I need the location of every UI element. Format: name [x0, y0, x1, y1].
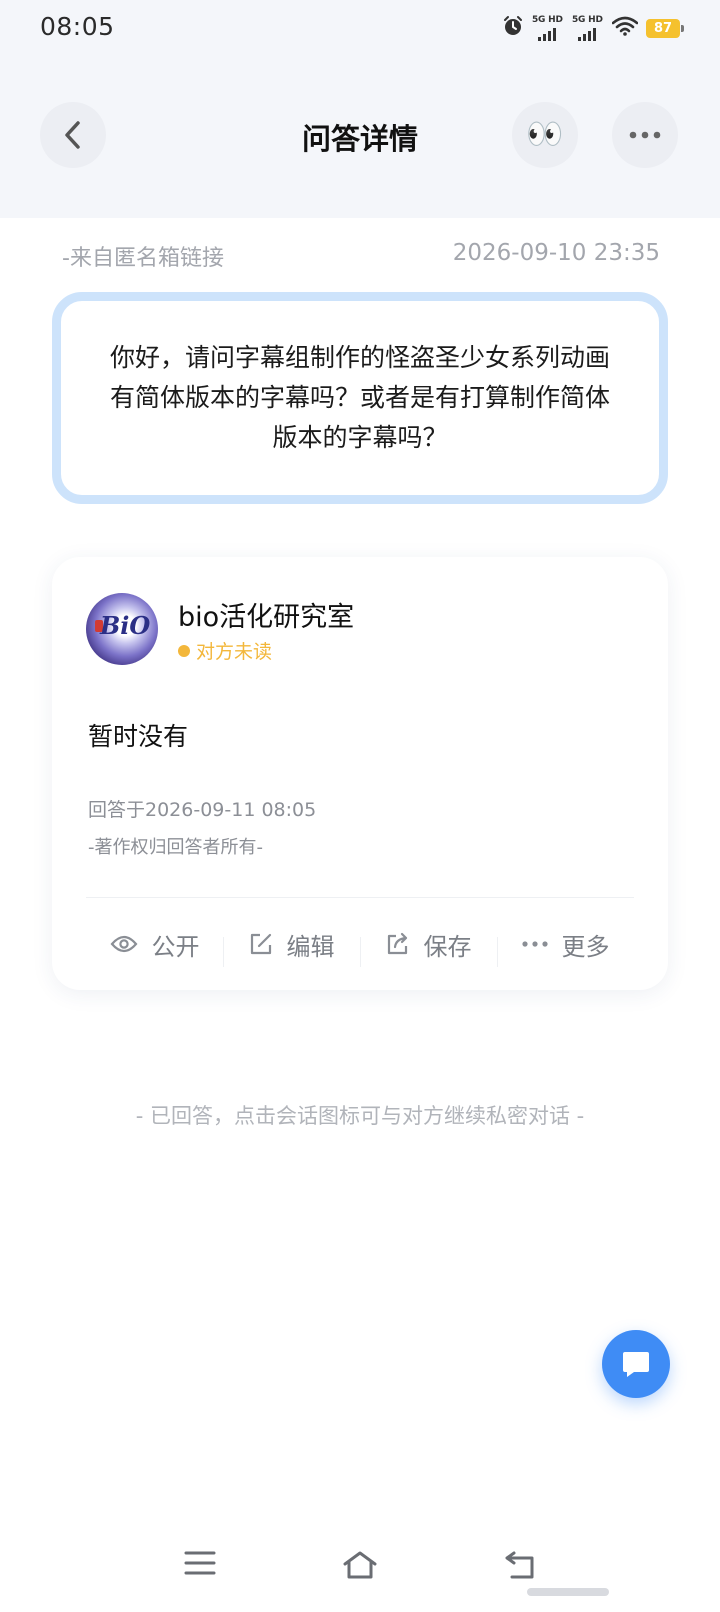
status-icons: 5G HD 5G HD 87 [502, 14, 684, 42]
chat-bubble-icon [623, 1352, 649, 1377]
eyes-icon: 👀 [526, 117, 564, 152]
back-icon[interactable] [504, 1550, 538, 1580]
answer-actions: 公开 编辑 保存 更多 [86, 898, 634, 990]
avatar[interactable]: BiO [86, 593, 158, 665]
public-button[interactable]: 公开 [86, 927, 223, 962]
more-button[interactable] [612, 102, 678, 168]
signal-icon: 5G HD [532, 15, 564, 41]
share-save-icon [387, 932, 407, 955]
system-nav-bar [0, 1540, 720, 1600]
signal-label: 5G HD [572, 15, 603, 25]
save-label: 保存 [423, 932, 472, 961]
answer-text: 暂时没有 [88, 722, 189, 751]
signal-label: 5G HD [532, 15, 563, 25]
home-icon[interactable] [342, 1550, 378, 1580]
wifi-icon [611, 16, 639, 40]
status-dot-icon [178, 644, 190, 657]
public-label: 公开 [151, 932, 200, 961]
signal-icon: 5G HD [572, 15, 604, 41]
read-status: 对方未读 [178, 637, 272, 664]
avatar-logo-text: BiO [100, 611, 151, 640]
question-text: 你好，请问字幕组制作的怪盗圣少女系列动画有简体版本的字幕吗？或者是有打算制作简体… [109, 343, 610, 452]
page: 08:05 5G HD 5G HD 87 问答详情 👀 -来自匿名箱链接 202… [0, 0, 720, 1612]
question-source: -来自匿名箱链接 [62, 246, 224, 271]
question-time: 2026-09-10 23:35 [452, 240, 660, 266]
more-actions-button[interactable]: 更多 [497, 927, 634, 967]
footer-note: - 已回答，点击会话图标可与对方继续私密对话 - [135, 1104, 585, 1128]
answerer-name[interactable]: bio活化研究室 [178, 595, 354, 634]
question-box: 你好，请问字幕组制作的怪盗圣少女系列动画有简体版本的字幕吗？或者是有打算制作简体… [52, 292, 668, 504]
more-dots-icon [629, 131, 661, 139]
more-dots-icon [521, 941, 548, 947]
read-status-label: 对方未读 [196, 641, 273, 663]
eyes-button[interactable]: 👀 [512, 102, 578, 168]
battery-icon: 87 [646, 18, 684, 38]
copyright-note: -著作权归回答者所有- [88, 837, 263, 858]
more-label: 更多 [561, 932, 610, 961]
gesture-handle[interactable] [527, 1588, 609, 1596]
edit-label: 编辑 [286, 932, 335, 961]
alarm-icon [502, 15, 524, 41]
status-time: 08:05 [40, 12, 115, 41]
menu-icon[interactable] [184, 1550, 216, 1576]
status-bar: 08:05 5G HD 5G HD 87 [0, 0, 720, 56]
nav-bar: 问答详情 👀 [0, 100, 720, 170]
chat-button[interactable] [602, 1330, 670, 1398]
edit-icon [250, 933, 271, 955]
answer-card: BiO bio活化研究室 对方未读 暂时没有 回答于2026-09-11 08:… [52, 557, 668, 990]
eye-icon [110, 935, 137, 953]
header-area: 08:05 5G HD 5G HD 87 问答详情 👀 [0, 0, 720, 218]
edit-button[interactable]: 编辑 [223, 927, 360, 967]
save-button[interactable]: 保存 [360, 927, 497, 967]
answer-time: 回答于2026-09-11 08:05 [88, 799, 317, 821]
